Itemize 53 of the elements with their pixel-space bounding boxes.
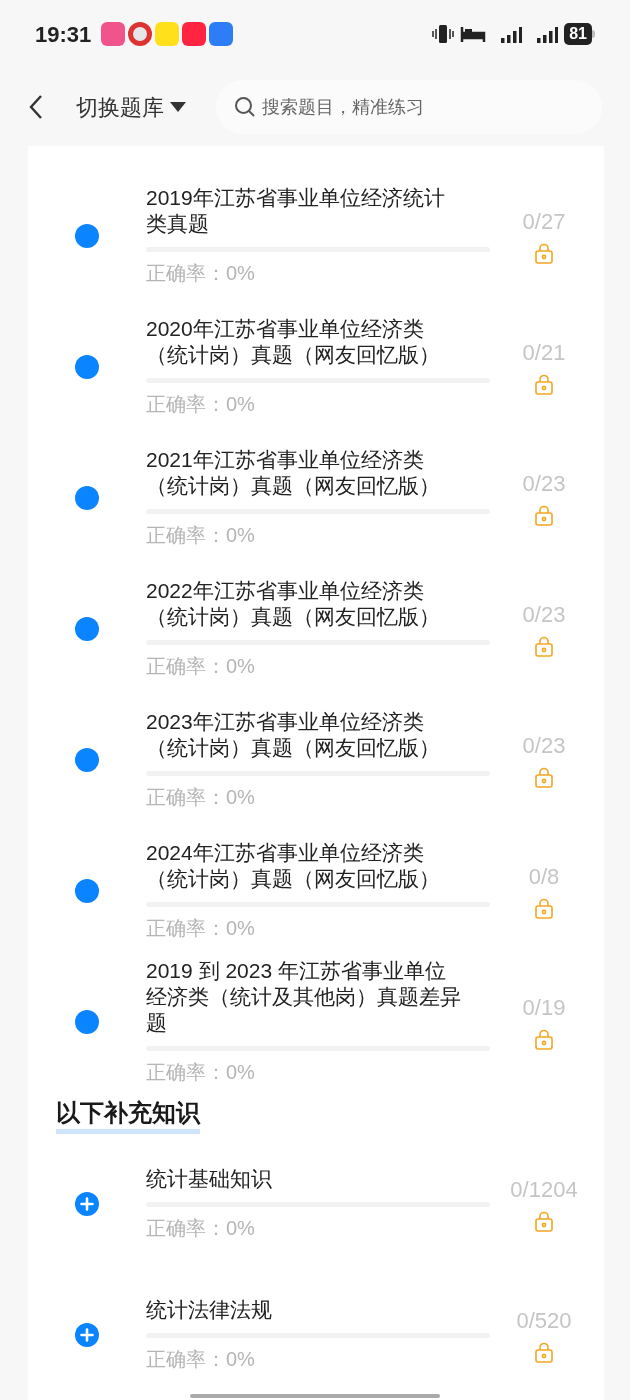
app-icon — [101, 22, 126, 46]
lock-icon — [533, 765, 555, 788]
lock-icon — [533, 503, 555, 526]
exam-title[interactable]: 2021年江苏省事业单位经济类 （统计岗）真题（网友回忆版） — [146, 447, 490, 499]
lock-icon — [533, 896, 555, 919]
exam-title[interactable]: 2022年江苏省事业单位经济类 （统计岗）真题（网友回忆版） — [146, 578, 490, 630]
lock-icon — [533, 372, 555, 395]
lock-icon — [533, 1340, 555, 1363]
exam-title[interactable]: 统计法律法规 — [146, 1297, 490, 1323]
lock-icon — [533, 1209, 555, 1232]
battery-indicator: 81 — [564, 23, 592, 45]
accuracy-text: 正确率：0% — [146, 916, 256, 941]
accuracy-text: 正确率：0% — [146, 654, 256, 679]
exam-title[interactable]: 2019年江苏省事业单位经济统计 类真题 — [146, 185, 490, 237]
question-count: 0/23 — [522, 731, 566, 760]
question-count: 0/8 — [528, 862, 560, 891]
lock-icon — [533, 1027, 555, 1050]
lock-icon — [533, 634, 555, 657]
search-field[interactable]: 搜索题目，精准练习 — [216, 80, 602, 134]
question-count: 0/27 — [522, 207, 566, 236]
accuracy-text: 正确率：0% — [146, 523, 256, 548]
bed-icon — [460, 24, 487, 44]
question-count: 0/19 — [522, 993, 566, 1022]
accuracy-text: 正确率：0% — [146, 392, 256, 417]
exam-title[interactable]: 2020年江苏省事业单位经济类 （统计岗）真题（网友回忆版） — [146, 316, 490, 368]
question-count: 0/23 — [522, 469, 566, 498]
accuracy-text: 正确率：0% — [146, 1347, 256, 1372]
bank-switch-dropdown[interactable]: 切换题库 — [76, 90, 186, 124]
vibrate-icon — [432, 24, 455, 44]
status-time: 19:31 — [35, 20, 92, 49]
exam-title[interactable]: 统计基础知识 — [146, 1166, 490, 1192]
exam-title[interactable]: 2024年江苏省事业单位经济类 （统计岗）真题（网友回忆版） — [146, 840, 490, 892]
avatar-icon — [128, 22, 153, 46]
plus-icon[interactable] — [75, 1322, 99, 1347]
exam-title[interactable]: 2019 到 2023 年江苏省事业单位 经济类（统计及其他岗）真题差异 题 — [146, 958, 490, 1036]
accuracy-text: 正确率：0% — [146, 261, 256, 286]
exam-title[interactable]: 2023年江苏省事业单位经济类 （统计岗）真题（网友回忆版） — [146, 709, 490, 761]
question-count: 0/21 — [522, 338, 566, 367]
app-icon — [209, 22, 234, 46]
question-count: 0/1204 — [510, 1175, 578, 1204]
search-icon — [234, 96, 256, 118]
app-icon — [182, 22, 207, 46]
accuracy-text: 正确率：0% — [146, 1216, 256, 1241]
plus-icon[interactable] — [75, 1191, 99, 1216]
accuracy-text: 正确率：0% — [146, 785, 256, 810]
accuracy-text: 正确率：0% — [146, 1060, 256, 1085]
question-count: 0/23 — [522, 600, 566, 629]
app-icon — [155, 22, 180, 46]
caret-icon — [170, 102, 186, 112]
question-count: 0/520 — [516, 1306, 572, 1335]
lock-icon — [533, 241, 555, 264]
section-heading: 以下补充知识 — [56, 1097, 200, 1134]
back-icon[interactable] — [28, 94, 44, 120]
